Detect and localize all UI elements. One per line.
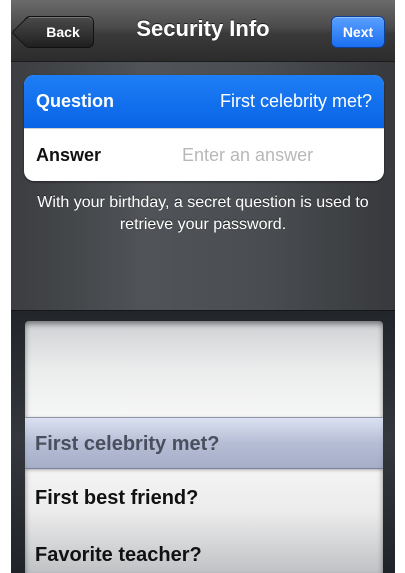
security-form: Question First celebrity met? Answer — [24, 75, 384, 181]
content-area: Question First celebrity met? Answer Wit… — [11, 62, 395, 310]
answer-input[interactable] — [182, 144, 372, 166]
help-text: With your birthday, a secret question is… — [37, 194, 369, 233]
question-picker: First best friend? Favorite teacher? Fir… — [11, 310, 395, 573]
picker-wheel[interactable]: First best friend? Favorite teacher? Fir… — [25, 321, 383, 573]
picker-option[interactable]: Favorite teacher? — [35, 544, 373, 567]
answer-row[interactable]: Answer — [24, 128, 384, 181]
question-value: First celebrity met? — [219, 91, 372, 111]
question-row[interactable]: Question First celebrity met? — [24, 75, 384, 128]
answer-field-wrap — [176, 144, 372, 166]
next-button[interactable]: Next — [331, 16, 385, 48]
picker-selected-option: First celebrity met? — [35, 433, 220, 455]
question-label: Question — [36, 91, 115, 111]
picker-selection-bar[interactable]: First celebrity met? — [25, 417, 383, 469]
navigation-bar: Back Security Info Next — [11, 0, 395, 62]
picker-option[interactable]: First best friend? — [35, 487, 373, 510]
answer-label: Answer — [36, 144, 102, 165]
